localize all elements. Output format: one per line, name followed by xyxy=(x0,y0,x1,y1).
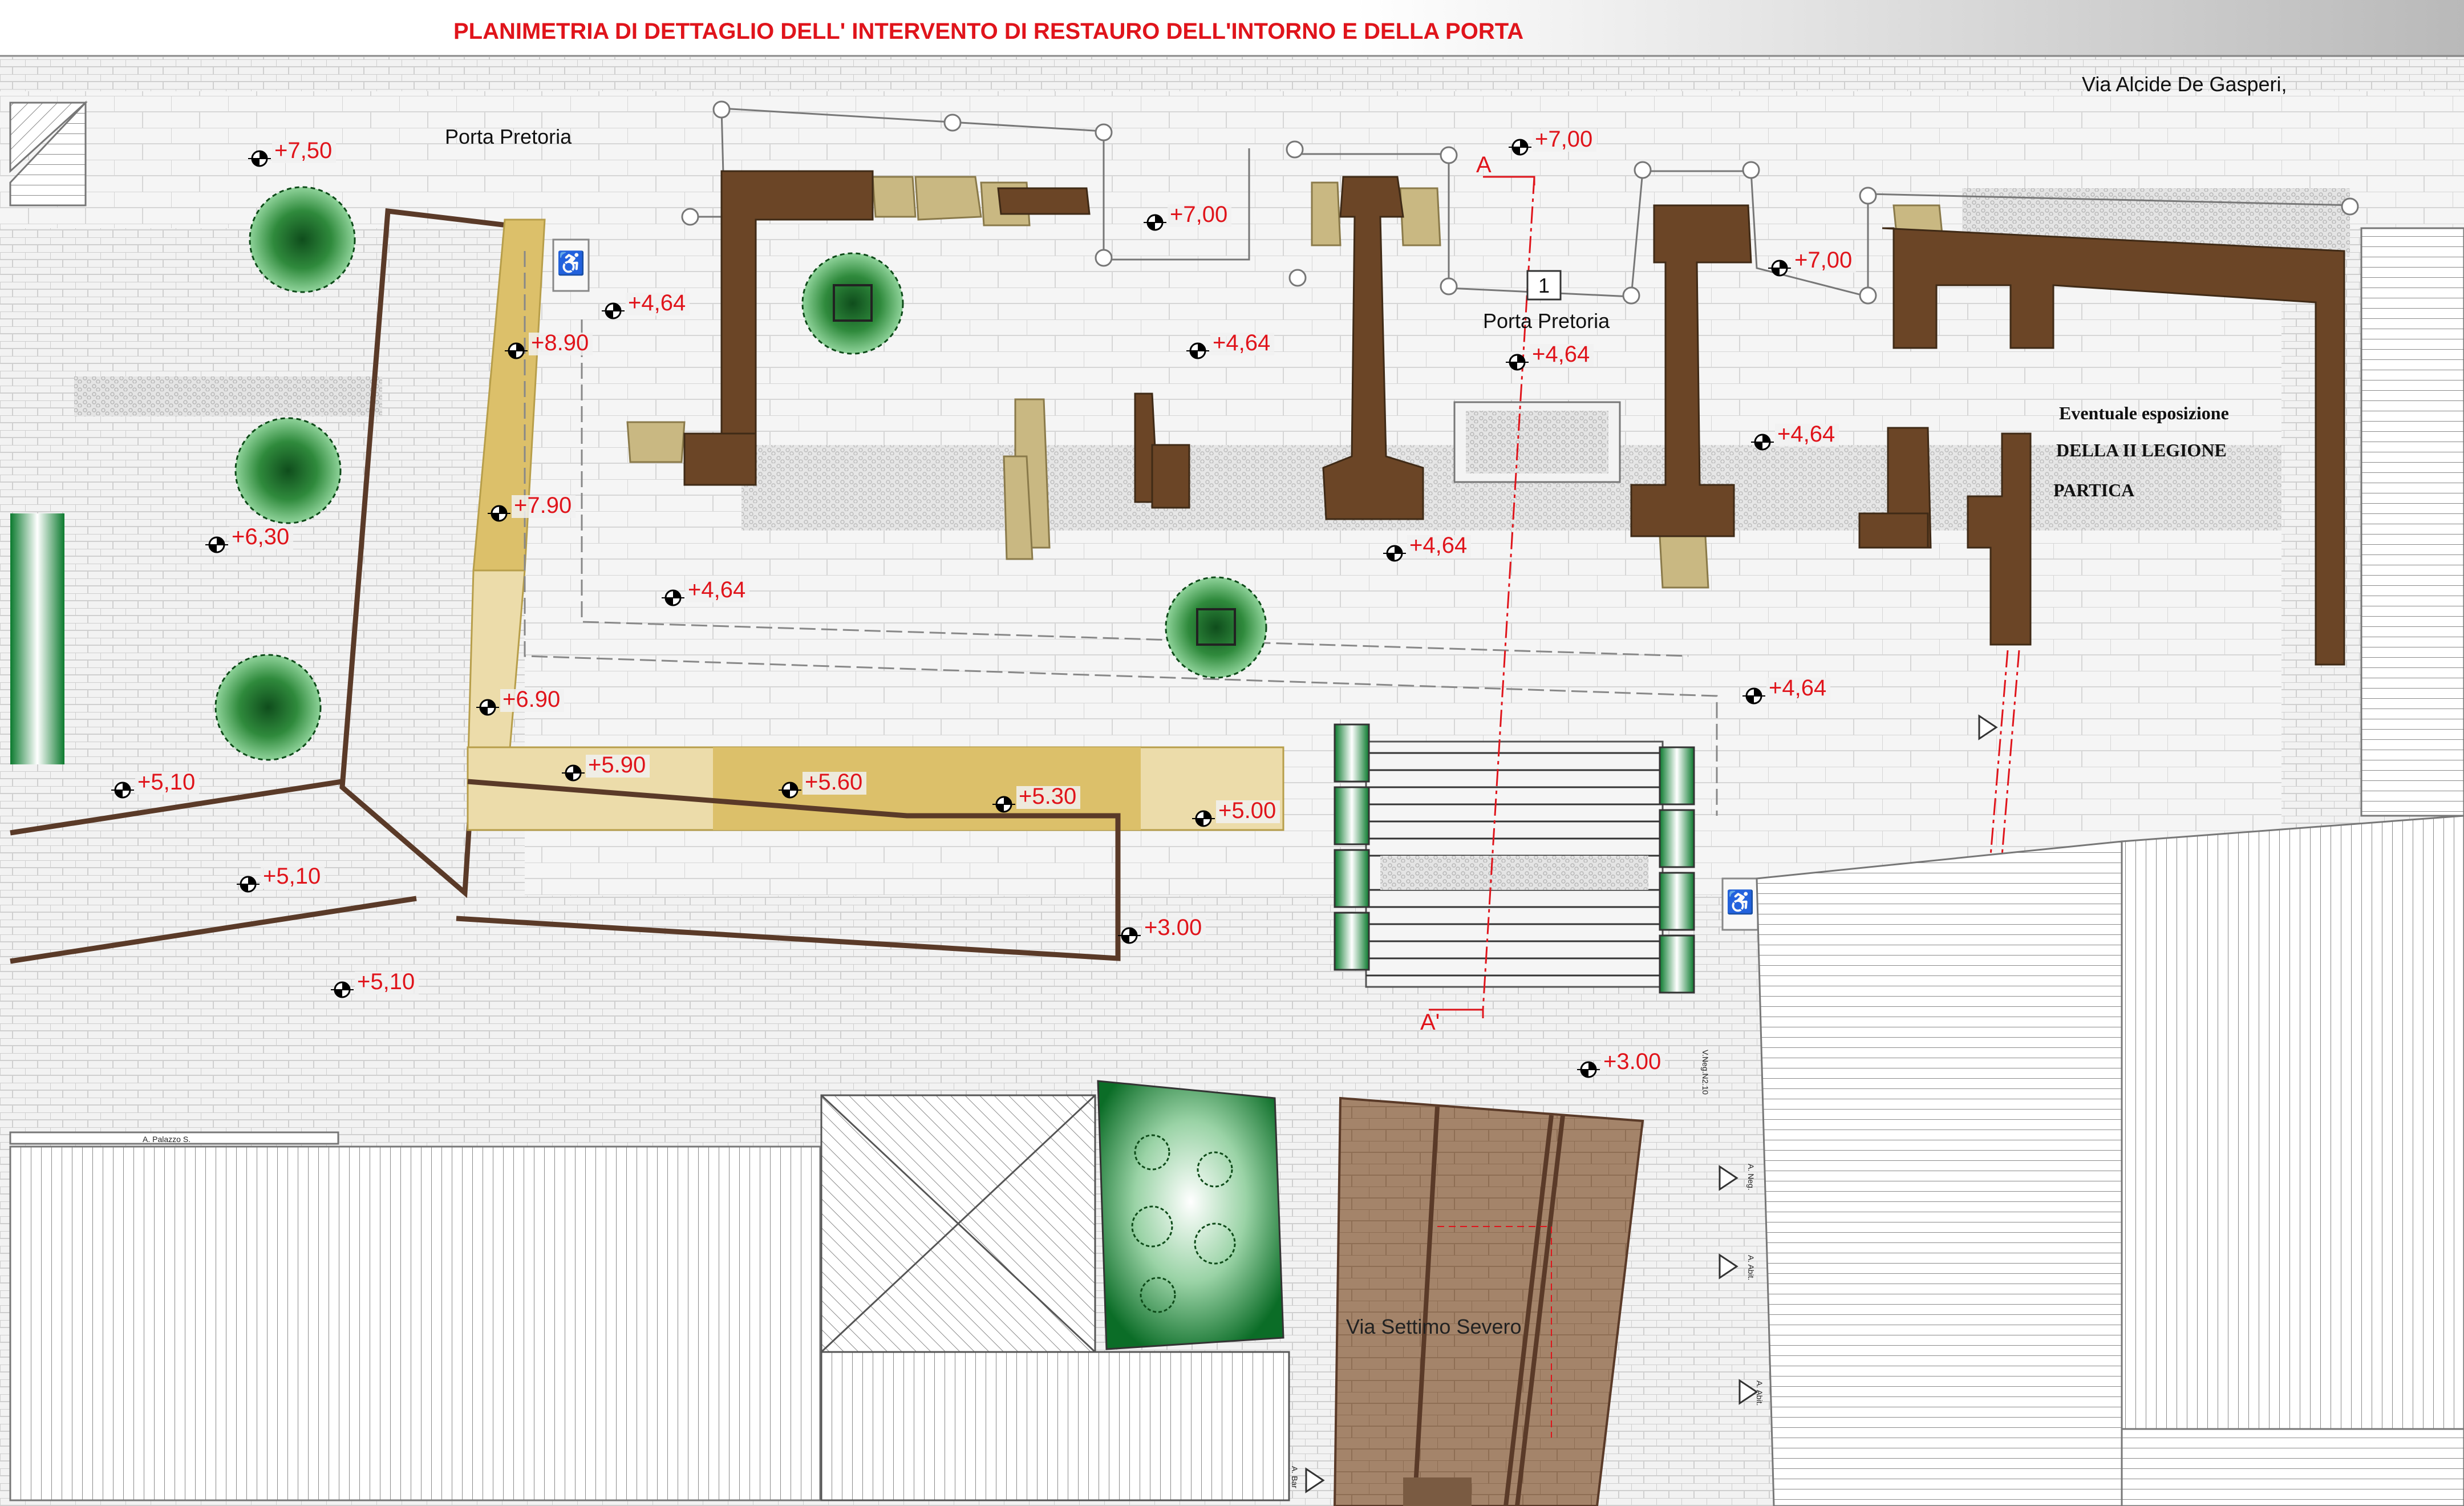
svg-text:♿: ♿ xyxy=(1726,889,1754,915)
level-value: +5,10 xyxy=(137,770,195,795)
tree-piazza-1 xyxy=(801,252,904,355)
level-value: +5.00 xyxy=(1218,798,1276,823)
garden-plot xyxy=(1097,1080,1284,1350)
level-value: +4,64 xyxy=(1769,675,1826,701)
roof-bottom-left xyxy=(9,1145,821,1501)
section-number-box: 1 xyxy=(1526,270,1562,301)
small-label-neg1: V.Neg.N2.10 xyxy=(1701,1050,1710,1095)
porta-label-center: Porta Pretoria xyxy=(1483,309,1610,333)
level-value: +7.90 xyxy=(514,493,572,518)
street-settimo-severo xyxy=(1333,1096,1644,1506)
small-label-neg2: A. Neg. xyxy=(1746,1164,1756,1191)
excavation-cobbles xyxy=(1466,411,1608,473)
level-value: +7,50 xyxy=(274,138,332,163)
street-end xyxy=(1403,1477,1472,1506)
level-value: +4,64 xyxy=(688,577,745,602)
level-value: +5.30 xyxy=(1019,784,1076,809)
exhibition-line-1: Eventuale esposizione xyxy=(2059,403,2229,423)
level-value: +6.90 xyxy=(502,687,560,712)
accessibility-icon: ♿ xyxy=(1721,877,1759,931)
exhibition-line-2: DELLA II LEGIONE xyxy=(2056,440,2227,460)
roof-right-top xyxy=(2360,227,2464,817)
tree-left-1 xyxy=(249,186,356,293)
porta-label-left: Porta Pretoria xyxy=(445,125,572,148)
level-value: +5.90 xyxy=(588,752,646,778)
tree-left-3 xyxy=(214,654,322,761)
small-label-palazzo: A. Palazzo S. xyxy=(143,1135,191,1144)
svg-text:♿: ♿ xyxy=(557,250,585,276)
green-strip-left xyxy=(10,513,64,764)
tree-left-2 xyxy=(234,417,342,524)
section-mark-end: A' xyxy=(1420,1010,1440,1035)
small-label-abit1: A. Abit. xyxy=(1746,1255,1756,1280)
level-value: +5,10 xyxy=(357,969,415,994)
level-value: +4,64 xyxy=(1777,422,1835,447)
street-label-de-gasperi: Via Alcide De Gasperi, xyxy=(2082,72,2287,96)
level-value: +5.60 xyxy=(805,770,862,795)
level-value: +7,00 xyxy=(1794,248,1852,273)
level-value: +6,30 xyxy=(232,524,289,549)
site-plan: PLANIMETRIA DI DETTAGLIO DELL' INTERVENT… xyxy=(0,0,2464,1506)
level-value: +7,00 xyxy=(1170,202,1227,227)
exhibition-line-3: PARTICA xyxy=(2053,480,2134,500)
level-value: +4,64 xyxy=(1532,342,1590,367)
level-value: +4,64 xyxy=(1409,533,1467,558)
tree-piazza-2 xyxy=(1165,576,1267,679)
roof-bottom-right-3 xyxy=(2121,1428,2464,1506)
level-value: +7,00 xyxy=(1535,127,1592,152)
small-label-bar: A. Bar xyxy=(1290,1466,1299,1488)
cobble-strip-left xyxy=(74,376,382,416)
small-label-abit2: A. Abit. xyxy=(1755,1380,1764,1406)
section-mark-start: A xyxy=(1476,152,1492,177)
accessibility-icon: ♿ xyxy=(552,238,590,292)
level-value: +5,10 xyxy=(263,864,321,889)
stairs xyxy=(1365,740,1664,988)
street-label-settimo-severo: Via Settimo Severo xyxy=(1346,1315,1522,1338)
plan-title: PLANIMETRIA DI DETTAGLIO DELL' INTERVENT… xyxy=(453,19,1523,44)
level-value: +4,64 xyxy=(628,290,686,315)
roof-bottom-right-2 xyxy=(2121,815,2464,1506)
level-value: +3.00 xyxy=(1603,1049,1661,1074)
level-value: +8.90 xyxy=(531,330,589,355)
section-number: 1 xyxy=(1538,274,1550,297)
roof-bottom-right-1 xyxy=(1756,840,2123,1506)
level-value: +3.00 xyxy=(1144,915,1202,940)
title-bar: PLANIMETRIA DI DETTAGLIO DELL' INTERVENT… xyxy=(0,0,2464,57)
level-value: +4,64 xyxy=(1213,330,1270,355)
